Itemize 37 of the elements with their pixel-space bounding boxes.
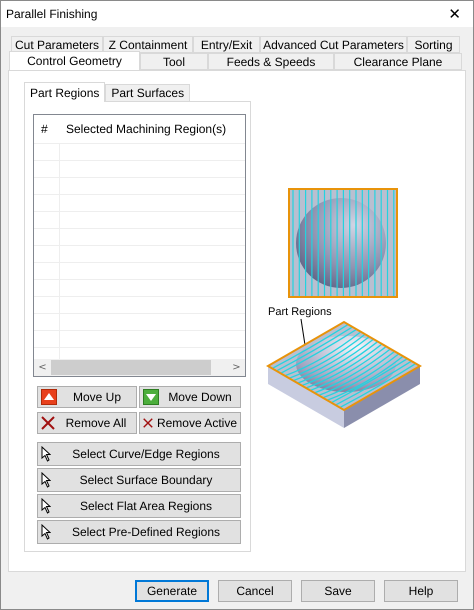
list-button[interactable]: Move Up bbox=[37, 386, 137, 408]
tab[interactable]: Feeds & Speeds bbox=[208, 53, 334, 70]
list-button[interactable]: Remove All bbox=[37, 412, 137, 434]
list-button[interactable]: Move Down bbox=[139, 386, 241, 408]
window-title: Parallel Finishing bbox=[6, 7, 98, 21]
list-button[interactable]: Remove Active bbox=[139, 412, 241, 434]
tab[interactable]: Advanced Cut Parameters bbox=[260, 36, 407, 53]
cursor-icon bbox=[41, 472, 51, 488]
column-header: Selected Machining Region(s) bbox=[65, 122, 228, 136]
select-button[interactable]: Select Curve/Edge Regions bbox=[37, 442, 241, 466]
scroll-thumb[interactable] bbox=[51, 360, 211, 375]
x-icon bbox=[143, 416, 153, 430]
cursor-icon bbox=[41, 498, 51, 514]
cursor-icon bbox=[41, 524, 51, 540]
tab[interactable]: Part Surfaces bbox=[105, 84, 190, 102]
select-button[interactable]: Select Pre-Defined Regions bbox=[37, 520, 241, 544]
tab[interactable]: Entry/Exit bbox=[193, 36, 260, 53]
tab[interactable]: Part Regions bbox=[24, 82, 106, 102]
tab[interactable]: Z Containment bbox=[103, 36, 193, 53]
column-header: # bbox=[40, 122, 49, 136]
select-button[interactable]: Select Surface Boundary bbox=[37, 468, 241, 492]
dialog-button[interactable]: Save bbox=[301, 580, 375, 602]
tab[interactable]: Control Geometry bbox=[9, 51, 140, 70]
close-button[interactable]: ✕ bbox=[448, 5, 461, 23]
x-icon bbox=[41, 416, 55, 430]
select-button[interactable]: Select Flat Area Regions bbox=[37, 494, 241, 518]
tab[interactable]: Sorting bbox=[407, 36, 460, 53]
dialog-button[interactable]: Help bbox=[384, 580, 458, 602]
figure-label: Part Regions bbox=[268, 306, 332, 318]
horizontal-scrollbar[interactable]: < > bbox=[34, 359, 245, 376]
leader-line bbox=[300, 318, 306, 346]
tab[interactable]: Tool bbox=[140, 53, 208, 70]
cursor-icon bbox=[41, 446, 51, 462]
dialog-button[interactable]: Generate bbox=[135, 580, 209, 602]
tab[interactable]: Clearance Plane bbox=[334, 53, 462, 70]
dialog-button[interactable]: Cancel bbox=[218, 580, 292, 602]
region-list[interactable]: # Selected Machining Region(s) < > bbox=[33, 114, 246, 377]
